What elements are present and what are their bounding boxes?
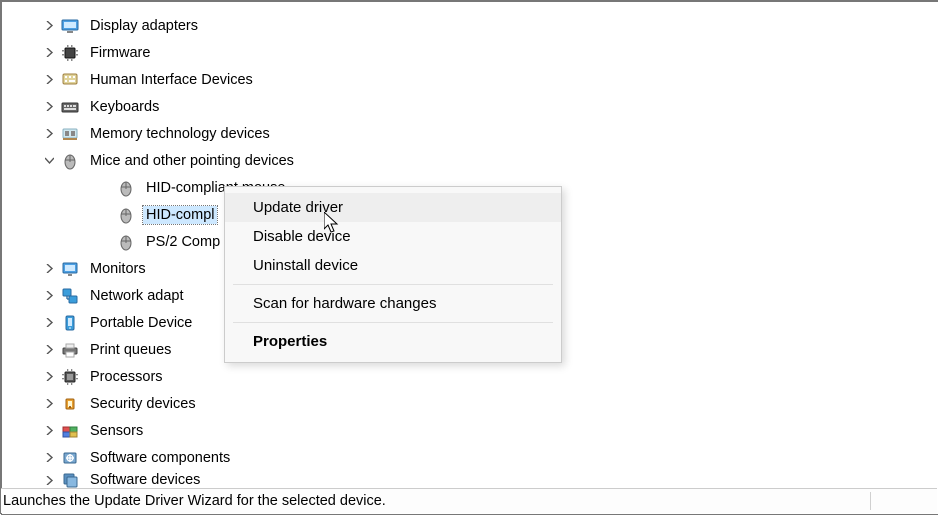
menu-separator xyxy=(233,322,553,323)
software-devices-icon xyxy=(61,471,79,489)
expand-arrow-icon[interactable] xyxy=(42,426,57,435)
menu-item-label: Update driver xyxy=(253,199,343,216)
mouse-icon xyxy=(117,179,135,197)
tree-item-firmware[interactable]: Firmware xyxy=(2,39,938,66)
tree-item-label: Display adapters xyxy=(87,17,201,35)
display-adapter-icon xyxy=(61,17,79,35)
portable-device-icon xyxy=(61,314,79,332)
menu-item-label: Scan for hardware changes xyxy=(253,295,436,312)
processor-icon xyxy=(61,368,79,386)
expand-arrow-icon[interactable] xyxy=(42,75,57,84)
expand-arrow-icon[interactable] xyxy=(42,21,57,30)
status-separator xyxy=(870,492,871,510)
tree-item-security[interactable]: Security devices xyxy=(2,390,938,417)
tree-item-label: HID-compl xyxy=(143,206,217,224)
tree-item-mice[interactable]: Mice and other pointing devices xyxy=(2,147,938,174)
tree-item-display-adapters[interactable]: Display adapters xyxy=(2,12,938,39)
tree-item-sensors[interactable]: Sensors xyxy=(2,417,938,444)
expand-arrow-icon[interactable] xyxy=(42,372,57,381)
tree-item-label: Monitors xyxy=(87,260,149,278)
menu-item-scan-hardware[interactable]: Scan for hardware changes xyxy=(225,289,561,318)
tree-item-label: Human Interface Devices xyxy=(87,71,256,89)
tree-item-label: Sensors xyxy=(87,422,146,440)
network-icon xyxy=(61,287,79,305)
expand-arrow-icon[interactable] xyxy=(42,102,57,111)
expand-arrow-icon[interactable] xyxy=(42,345,57,354)
menu-separator xyxy=(233,284,553,285)
expand-arrow-icon[interactable] xyxy=(42,129,57,138)
tree-item-processors[interactable]: Processors xyxy=(2,363,938,390)
menu-item-label: Uninstall device xyxy=(253,257,358,274)
tree-item-label: Software devices xyxy=(87,471,203,489)
monitor-icon xyxy=(61,260,79,278)
mouse-icon xyxy=(117,233,135,251)
tree-item-label: Security devices xyxy=(87,395,199,413)
firmware-icon xyxy=(61,44,79,62)
status-bar: Launches the Update Driver Wizard for th… xyxy=(1,488,937,513)
expand-arrow-icon[interactable] xyxy=(42,48,57,57)
printer-icon xyxy=(61,341,79,359)
tree-item-label: Network adapt xyxy=(87,287,187,305)
tree-item-label: Print queues xyxy=(87,341,174,359)
menu-item-uninstall-device[interactable]: Uninstall device xyxy=(225,251,561,280)
tree-item-label: Software components xyxy=(87,449,233,467)
tree-item-label: Keyboards xyxy=(87,98,162,116)
context-menu: Update driver Disable device Uninstall d… xyxy=(224,186,562,363)
menu-item-disable-device[interactable]: Disable device xyxy=(225,222,561,251)
hid-icon xyxy=(61,71,79,89)
keyboard-icon xyxy=(61,98,79,116)
expand-arrow-icon[interactable] xyxy=(42,264,57,273)
mouse-icon xyxy=(61,152,79,170)
expand-arrow-icon[interactable] xyxy=(42,453,57,462)
expand-arrow-icon[interactable] xyxy=(42,399,57,408)
tree-item-hid[interactable]: Human Interface Devices xyxy=(2,66,938,93)
menu-item-properties[interactable]: Properties xyxy=(225,327,561,356)
menu-item-label: Disable device xyxy=(253,228,351,245)
mouse-icon xyxy=(117,206,135,224)
tree-item-label: Portable Device xyxy=(87,314,195,332)
memory-icon xyxy=(61,125,79,143)
menu-item-update-driver[interactable]: Update driver xyxy=(225,193,561,222)
tree-item-software-components[interactable]: Software components xyxy=(2,444,938,471)
tree-item-label: Processors xyxy=(87,368,166,386)
expand-arrow-icon[interactable] xyxy=(42,318,57,327)
tree-item-label: PS/2 Comp xyxy=(143,233,223,251)
expand-arrow-icon[interactable] xyxy=(42,291,57,300)
software-components-icon xyxy=(61,449,79,467)
tree-item-software-devices[interactable]: Software devices xyxy=(2,471,938,489)
expand-arrow-icon[interactable] xyxy=(42,476,57,485)
tree-item-label: Memory technology devices xyxy=(87,125,273,143)
tree-item-keyboards[interactable]: Keyboards xyxy=(2,93,938,120)
collapse-arrow-icon[interactable] xyxy=(42,156,57,165)
security-icon xyxy=(61,395,79,413)
tree-item-label: Firmware xyxy=(87,44,153,62)
tree-item-label: Mice and other pointing devices xyxy=(87,152,297,170)
menu-item-label: Properties xyxy=(253,333,327,350)
sensors-icon xyxy=(61,422,79,440)
status-text: Launches the Update Driver Wizard for th… xyxy=(3,493,386,509)
tree-item-memory-tech[interactable]: Memory technology devices xyxy=(2,120,938,147)
